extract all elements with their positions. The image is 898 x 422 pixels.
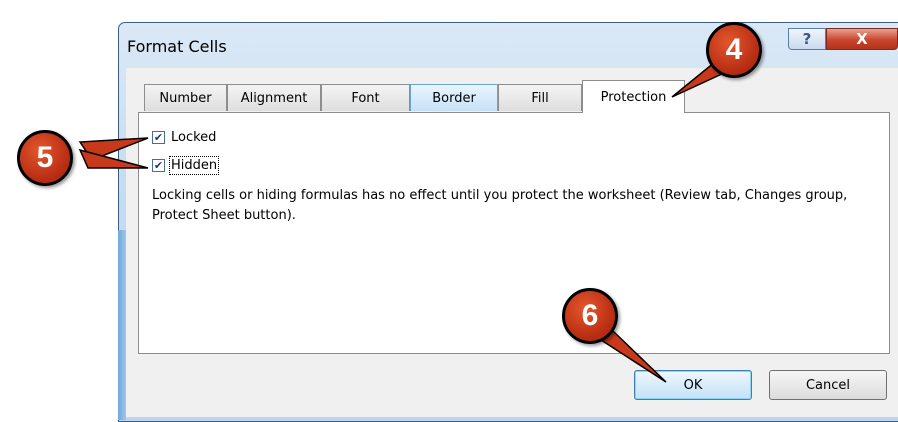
callout-4: 4 [706, 22, 762, 78]
callout-5: 5 [17, 130, 73, 186]
callout-6-arrow [596, 329, 667, 383]
callout-arrows [78, 61, 728, 383]
callout-6: 6 [562, 288, 618, 344]
callout-5-arrow-hidden [78, 148, 149, 169]
